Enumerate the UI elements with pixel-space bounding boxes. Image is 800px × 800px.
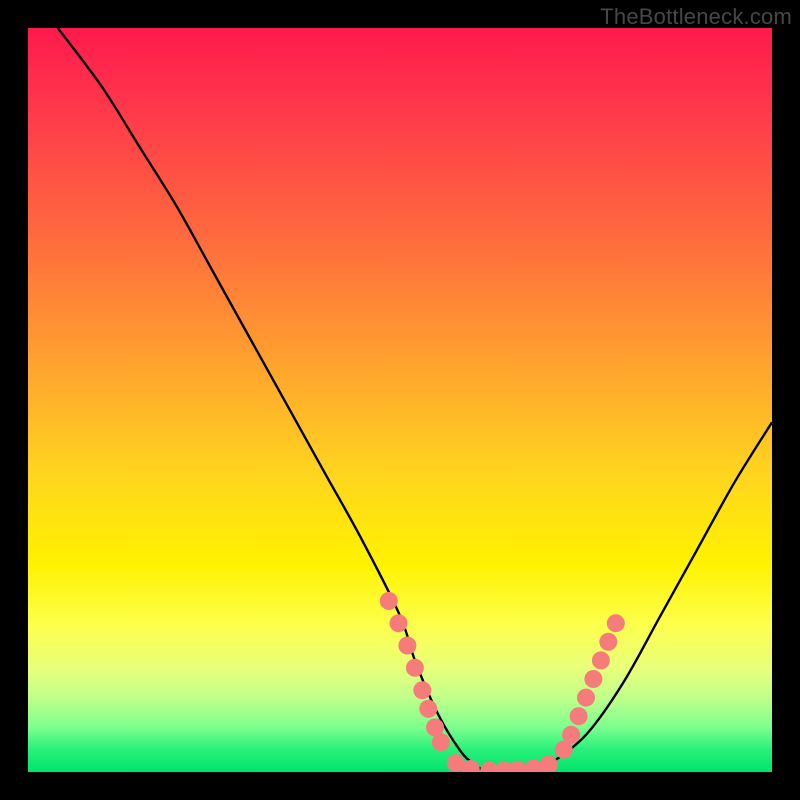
- highlight-dot: [419, 700, 437, 718]
- highlight-dot: [570, 707, 588, 725]
- chart-svg: [28, 28, 772, 772]
- highlight-dot: [584, 670, 602, 688]
- highlight-dot: [599, 633, 617, 651]
- highlight-dot: [398, 637, 416, 655]
- highlight-dot: [406, 659, 424, 677]
- highlight-dot: [380, 592, 398, 610]
- outer-frame: TheBottleneck.com: [0, 0, 800, 800]
- highlight-dot: [592, 651, 610, 669]
- highlight-dot: [562, 726, 580, 744]
- highlight-dot: [390, 614, 408, 632]
- highlight-dots: [380, 592, 625, 772]
- highlight-dot: [413, 681, 431, 699]
- highlight-dot: [577, 689, 595, 707]
- highlight-dot: [540, 756, 558, 772]
- highlight-dot: [607, 614, 625, 632]
- plot-area: [28, 28, 772, 772]
- highlight-dot: [509, 761, 527, 772]
- highlight-dot: [432, 733, 450, 751]
- watermark-text: TheBottleneck.com: [600, 4, 792, 30]
